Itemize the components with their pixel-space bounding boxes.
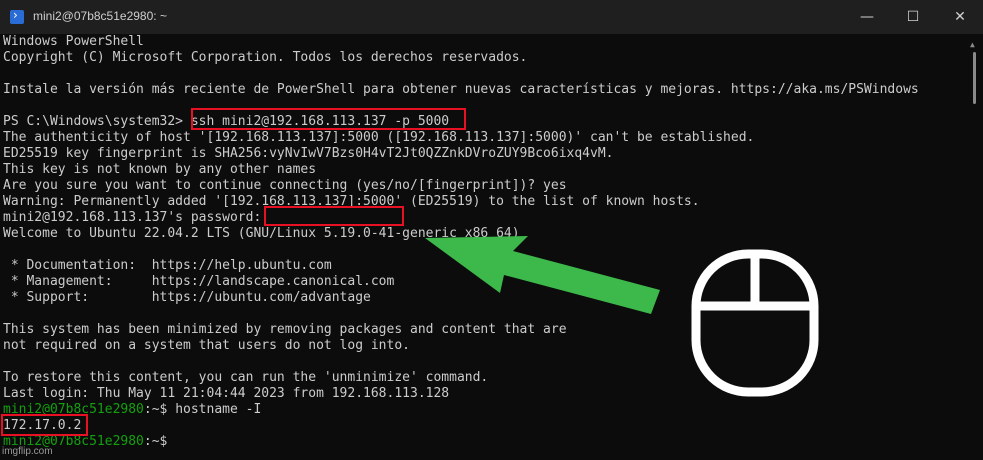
mouse-icon bbox=[691, 249, 819, 397]
watermark: imgflip.com bbox=[2, 446, 53, 457]
arrow-shape bbox=[425, 236, 660, 314]
arrow-icon bbox=[425, 236, 660, 314]
